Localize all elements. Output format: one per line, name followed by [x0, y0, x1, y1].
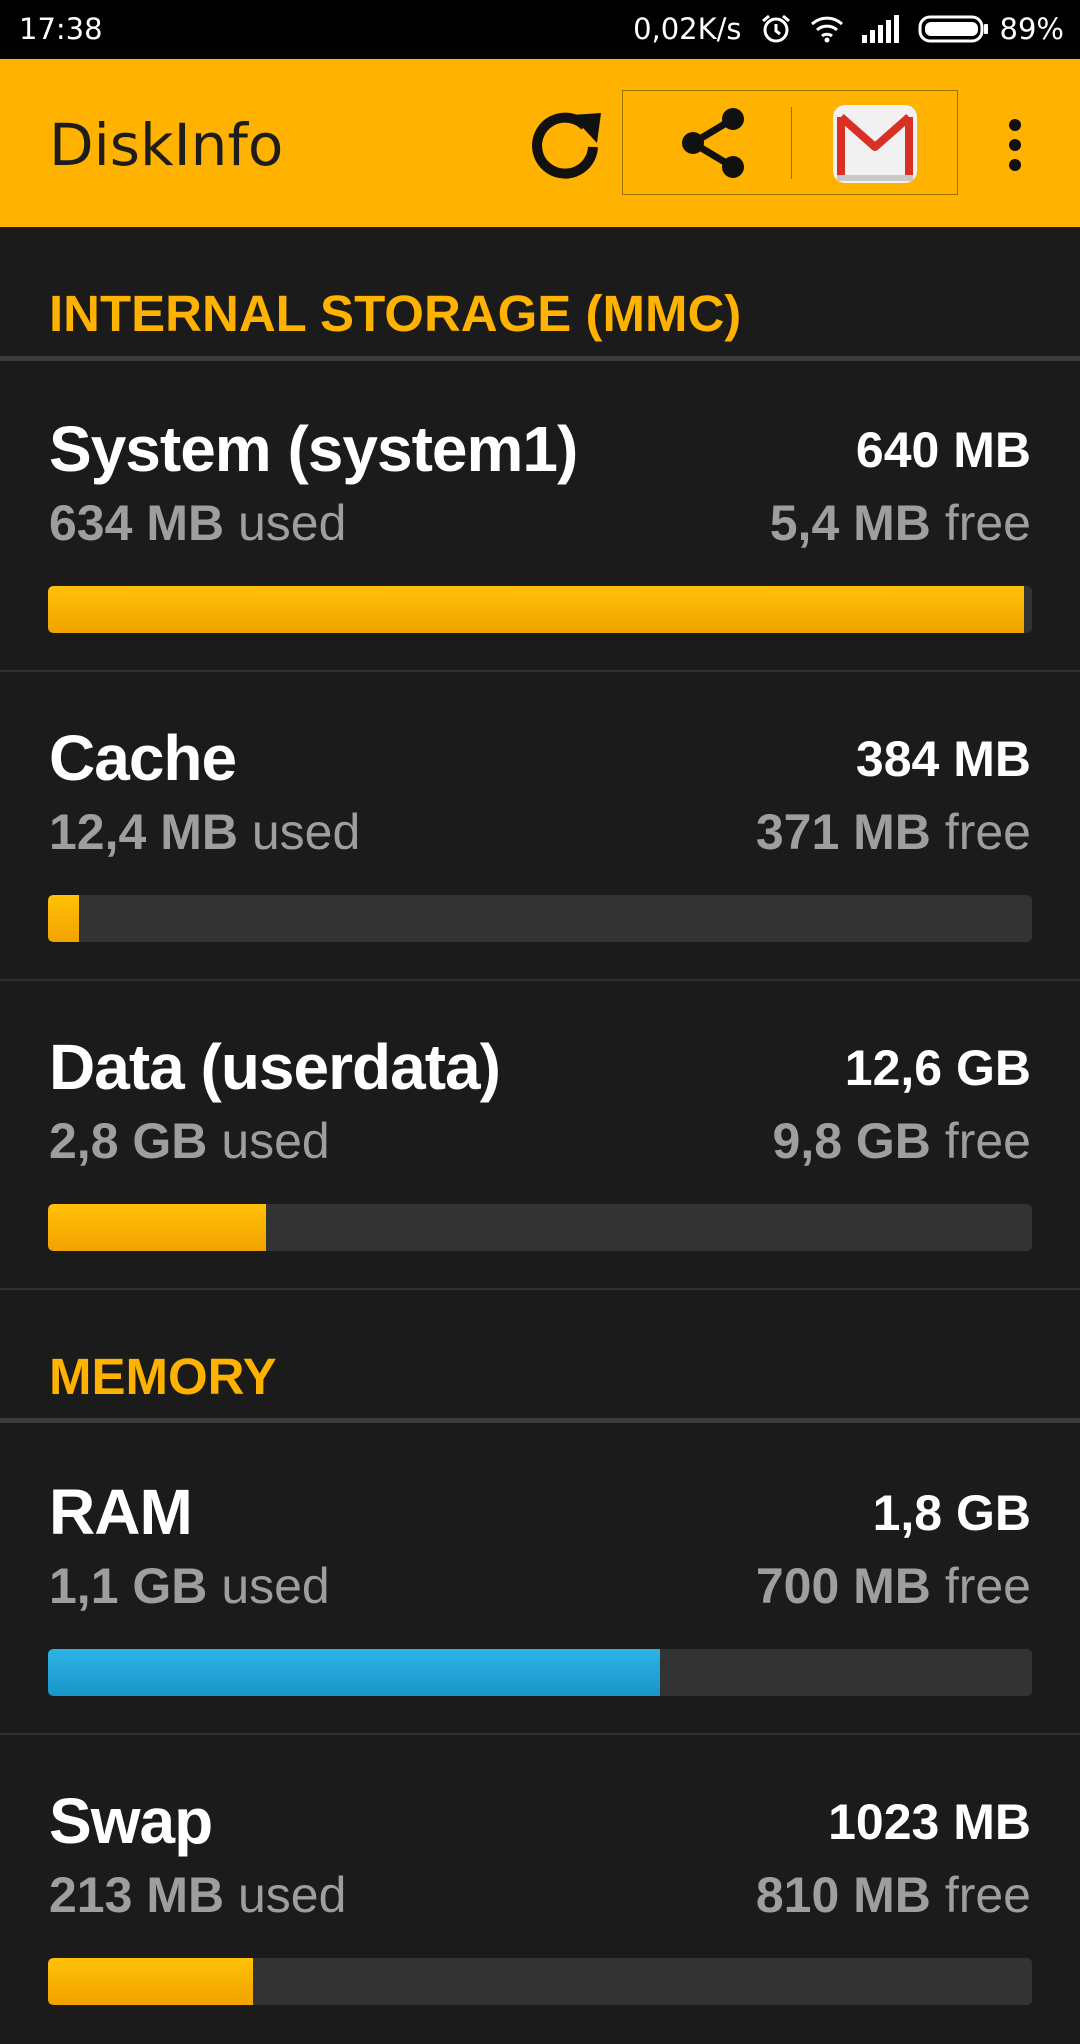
item-free: 700 MB free [755, 1558, 1031, 1614]
item-total: 640 MB [855, 422, 1031, 478]
memory-item-ram[interactable]: RAM 1,8 GB 1,1 GB used 700 MB free [0, 1427, 1080, 1735]
gmail-icon [833, 105, 917, 183]
section-rule [0, 1418, 1080, 1423]
signal-icon [861, 15, 900, 43]
item-total: 384 MB [855, 731, 1031, 787]
usage-bar [48, 1204, 1032, 1251]
item-name: Data (userdata) [49, 1031, 501, 1103]
usage-bar [48, 1649, 1032, 1696]
item-name: System (system1) [49, 413, 578, 485]
share-divider [791, 107, 792, 179]
usage-bar-fill [48, 1649, 661, 1696]
share-icon [682, 108, 744, 178]
usage-bar [48, 586, 1032, 633]
storage-item-system[interactable]: System (system1) 640 MB 634 MB used 5,4 … [0, 364, 1080, 672]
share-actions [622, 90, 958, 195]
status-bar: 17:38 0,02K/s 89% [0, 0, 1080, 59]
item-divider [0, 1733, 1080, 1735]
gmail-share-button[interactable] [831, 101, 919, 187]
wifi-icon [810, 15, 844, 43]
item-used: 213 MB used [49, 1867, 347, 1923]
item-divider [0, 1288, 1080, 1290]
usage-bar-fill [48, 895, 80, 942]
share-button[interactable] [673, 103, 753, 183]
usage-bar-fill [48, 1958, 253, 2005]
app-title: DiskInfo [49, 111, 284, 179]
item-free: 5,4 MB free [769, 495, 1031, 551]
battery-percent: 89% [999, 12, 1064, 46]
app-bar: DiskInfo [0, 59, 1080, 227]
overflow-menu-button[interactable] [990, 117, 1040, 173]
storage-item-data[interactable]: Data (userdata) 12,6 GB 2,8 GB used 9,8 … [0, 982, 1080, 1290]
section-header-memory: MEMORY [49, 1348, 277, 1405]
usage-bar [48, 895, 1032, 942]
usage-bar-fill [48, 586, 1025, 633]
item-total: 1023 MB [828, 1794, 1031, 1850]
item-divider [0, 670, 1080, 672]
item-divider [0, 979, 1080, 981]
usage-bar [48, 1958, 1032, 2005]
item-used: 2,8 GB used [49, 1113, 330, 1169]
section-header-internal-storage: INTERNAL STORAGE (MMC) [49, 285, 742, 342]
item-name: Cache [49, 722, 237, 794]
alarm-icon [760, 13, 792, 45]
memory-item-swap[interactable]: Swap 1023 MB 213 MB used 810 MB free [0, 1736, 1080, 2044]
storage-item-cache[interactable]: Cache 384 MB 12,4 MB used 371 MB free [0, 673, 1080, 981]
item-used: 12,4 MB used [49, 804, 361, 860]
status-indicators: 0,02K/s 89% [633, 12, 1064, 46]
battery-icon [918, 13, 990, 45]
item-total: 1,8 GB [872, 1485, 1031, 1541]
more-vert-icon [1009, 119, 1021, 171]
item-free: 371 MB free [755, 804, 1031, 860]
refresh-icon [532, 112, 601, 179]
item-used: 634 MB used [49, 495, 347, 551]
section-rule [0, 356, 1080, 361]
item-used: 1,1 GB used [49, 1558, 330, 1614]
item-free: 810 MB free [755, 1867, 1031, 1923]
item-name: RAM [49, 1476, 193, 1548]
item-name: Swap [49, 1785, 213, 1857]
usage-bar-fill [48, 1204, 267, 1251]
network-speed: 0,02K/s [633, 12, 742, 46]
item-free: 9,8 GB free [772, 1113, 1031, 1169]
status-time: 17:38 [19, 12, 103, 46]
item-total: 12,6 GB [844, 1040, 1031, 1096]
refresh-button[interactable] [525, 103, 609, 187]
